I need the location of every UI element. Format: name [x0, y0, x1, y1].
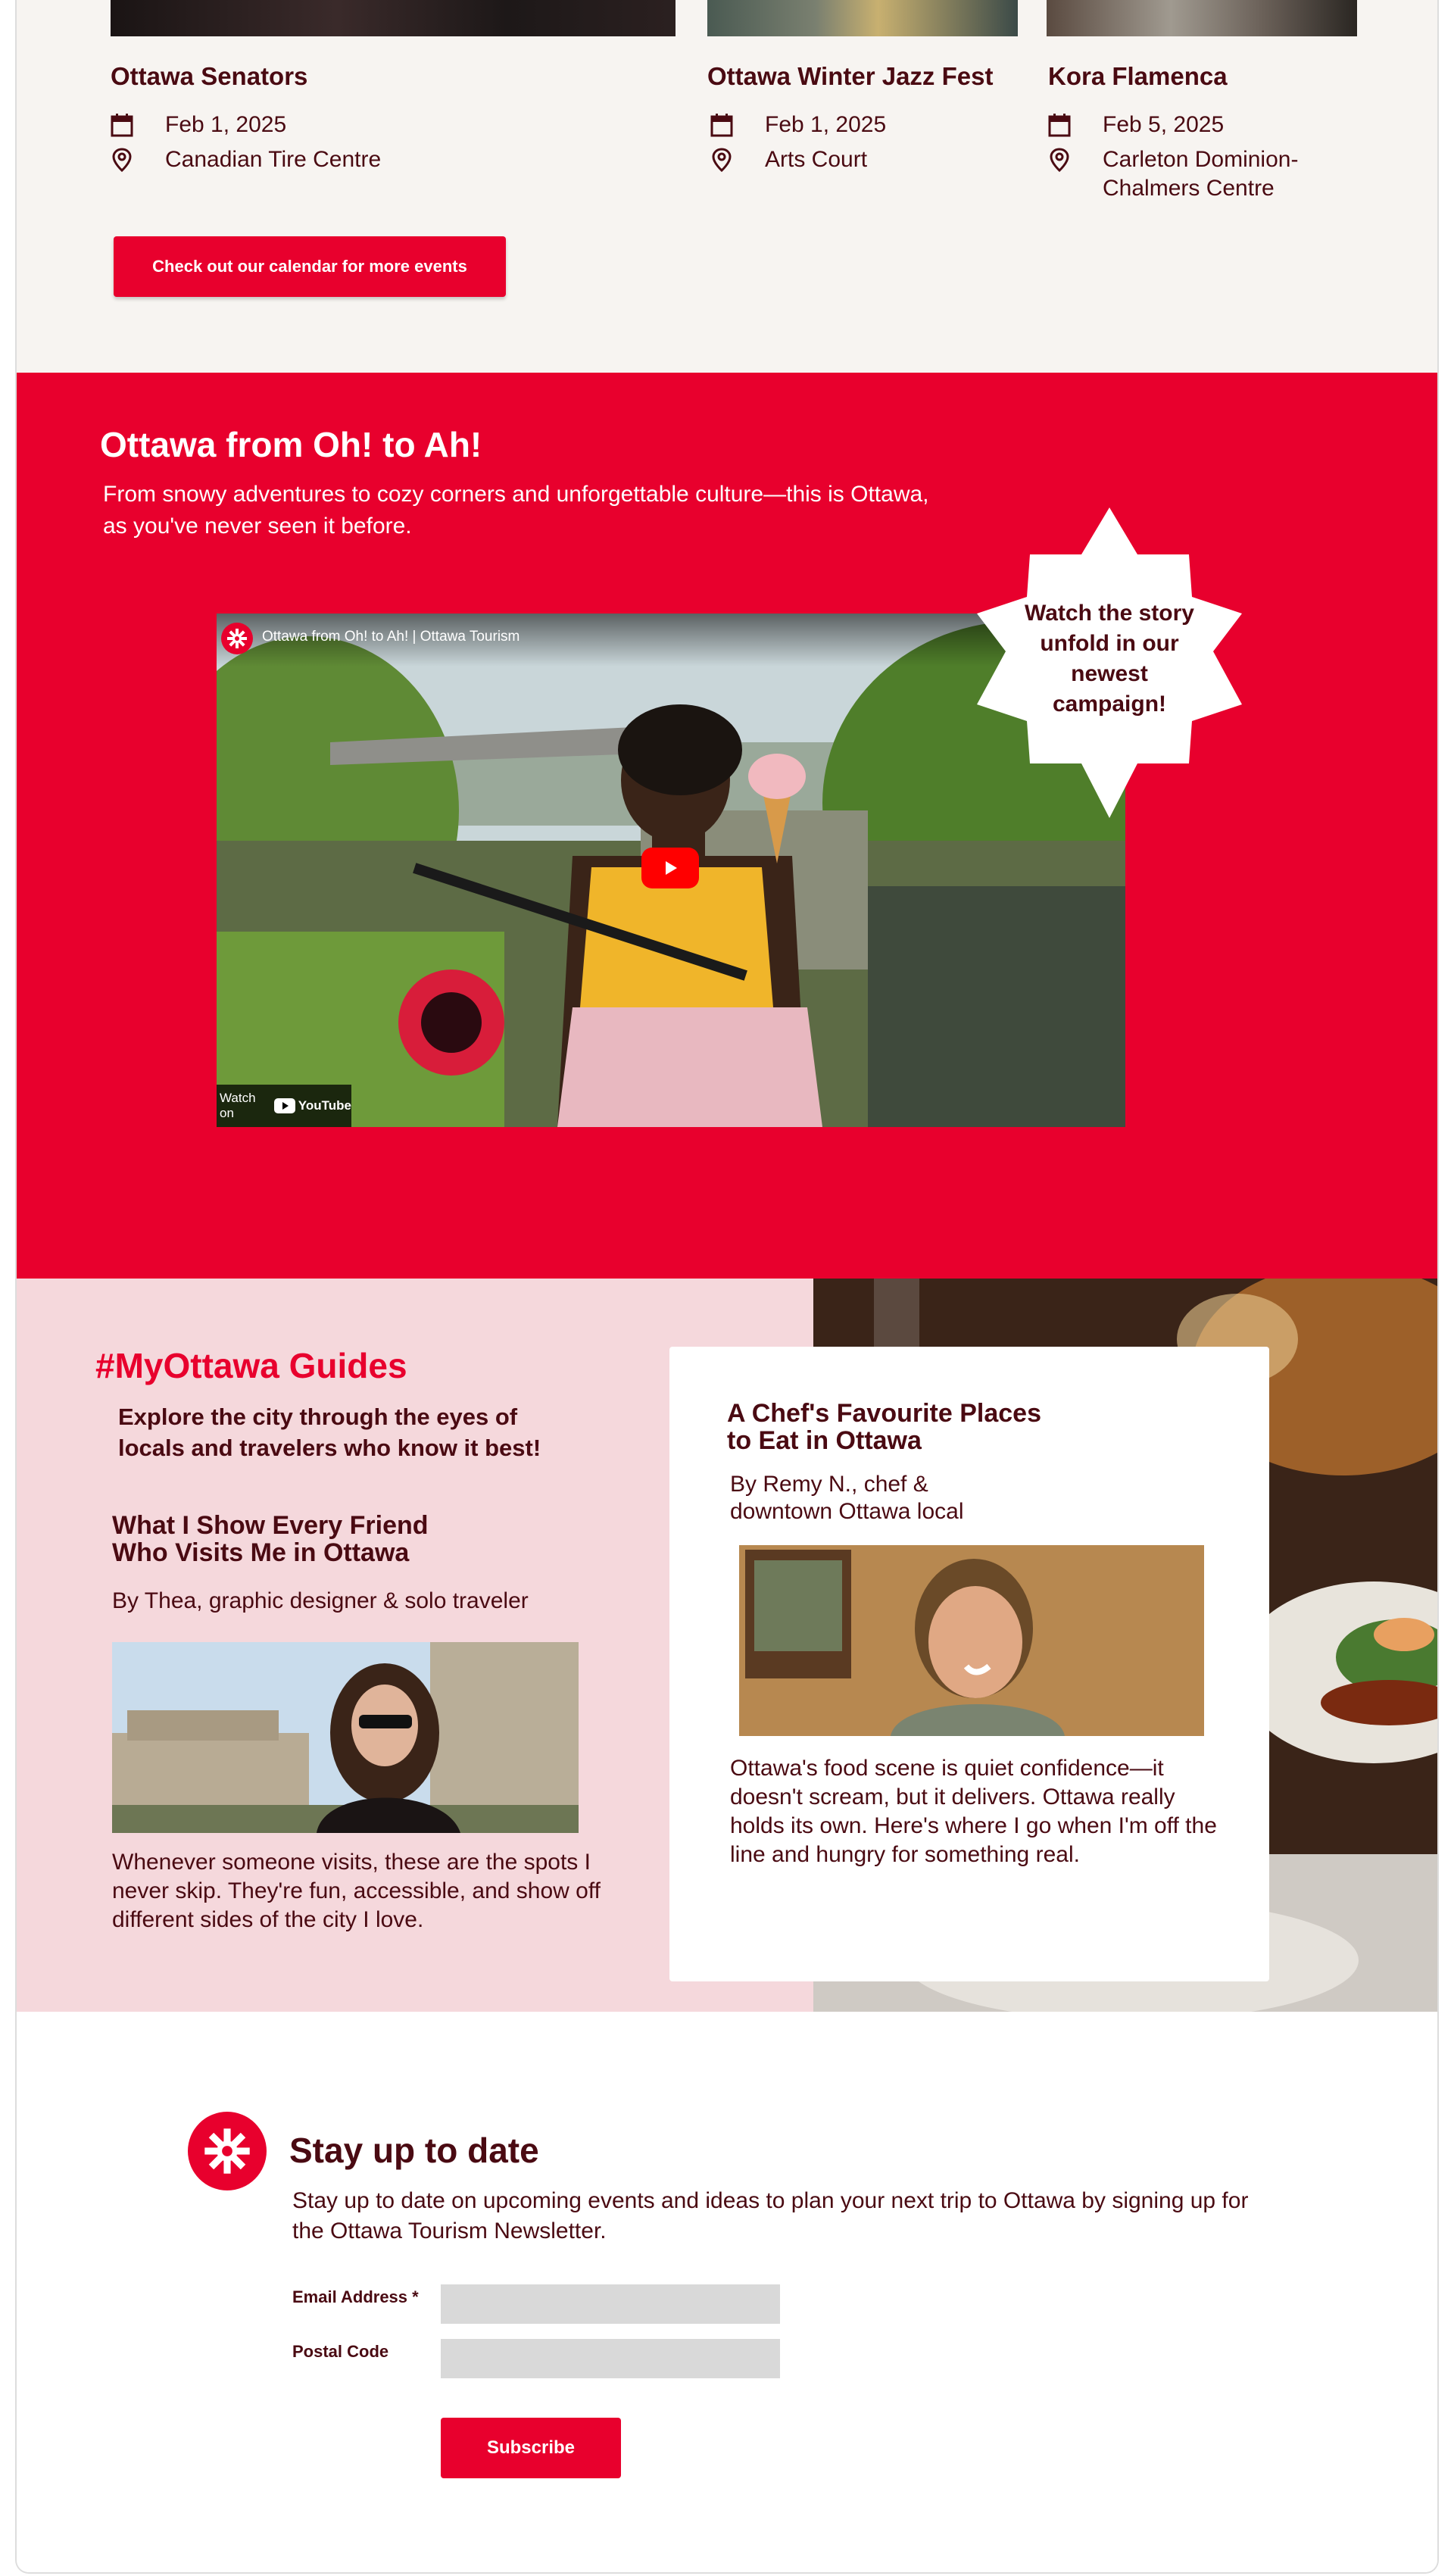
- newsletter-description: Stay up to date on upcoming events and i…: [292, 2188, 1249, 2243]
- event-image-jazz-fest[interactable]: [707, 0, 1018, 36]
- event-date: Feb 5, 2025: [1103, 112, 1225, 137]
- guide-description: Whenever someone visits, these are the s…: [112, 1850, 601, 1932]
- youtube-label: YouTube: [298, 1098, 351, 1113]
- newsletter-title: Stay up to date: [289, 2131, 539, 2170]
- campaign-starburst: Watch the story unfold in our newest cam…: [972, 507, 1247, 818]
- watch-on-label: Watch on: [220, 1091, 256, 1120]
- event-venue-line: Chalmers Centre: [1103, 176, 1275, 201]
- page-frame: Ottawa Senators Feb 1, 2025 Canadian Tir…: [15, 0, 1439, 2574]
- event-venue-line: Carleton Dominion-: [1103, 147, 1299, 172]
- play-icon: [666, 861, 677, 875]
- event-venue-row: Arts Court: [710, 145, 867, 174]
- guide-title[interactable]: What I Show Every Friend Who Visits Me i…: [112, 1512, 506, 1566]
- guides-heading: #MyOttawa Guides: [95, 1346, 407, 1385]
- guide-description: Ottawa's food scene is quiet confidence—…: [730, 1756, 1217, 1867]
- ottawa-logo-icon: [188, 2112, 267, 2190]
- event-date-row: Feb 1, 2025: [710, 111, 886, 139]
- calendar-icon: [1048, 111, 1103, 139]
- video-title[interactable]: Ottawa from Oh! to Ah! | Ottawa Tourism: [262, 629, 520, 645]
- guide-image-thea[interactable]: [112, 1642, 579, 1833]
- guide-byline: By Remy N., chef & downtown Ottawa local: [730, 1471, 964, 1525]
- event-image-senators[interactable]: [111, 0, 676, 36]
- event-date-row: Feb 5, 2025: [1048, 111, 1224, 139]
- calendar-icon: [710, 111, 765, 139]
- event-title[interactable]: Ottawa Winter Jazz Fest: [707, 62, 993, 91]
- event-date: Feb 1, 2025: [765, 112, 887, 137]
- email-label: Email Address *: [292, 2287, 419, 2307]
- guide-image-remy[interactable]: [739, 1545, 1204, 1736]
- guide-byline: By Thea, graphic designer & solo travele…: [112, 1588, 529, 1613]
- location-pin-icon: [111, 145, 165, 174]
- event-title[interactable]: Kora Flamenca: [1048, 62, 1228, 91]
- postal-code-field[interactable]: [441, 2339, 780, 2378]
- guide-card[interactable]: A Chef's Favourite Places to Eat in Otta…: [669, 1347, 1269, 1981]
- youtube-logo-icon: [273, 1098, 295, 1113]
- campaign-subtitle: From snowy adventures to cozy corners an…: [103, 482, 929, 539]
- event-venue-row: Carleton Dominion- Chalmers Centre: [1048, 145, 1298, 203]
- ottawa-logo-icon: [221, 623, 253, 654]
- guide-title-line: A Chef's Favourite Places: [727, 1399, 1041, 1428]
- event-date-row: Feb 1, 2025: [111, 111, 286, 139]
- starburst-text: Watch the story unfold in our newest cam…: [1025, 601, 1194, 717]
- event-date: Feb 1, 2025: [165, 112, 287, 137]
- email-field[interactable]: [441, 2284, 780, 2324]
- guide-title-line: to Eat in Ottawa: [727, 1426, 922, 1455]
- event-venue-row: Canadian Tire Centre: [111, 145, 381, 174]
- youtube-brand: YouTube: [273, 1098, 351, 1113]
- event-image-kora-flamenca[interactable]: [1047, 0, 1357, 36]
- guide-title-line: Who Visits Me in Ottawa: [112, 1538, 410, 1567]
- calendar-icon: [111, 111, 165, 139]
- play-button[interactable]: [641, 848, 699, 888]
- event-venue: Arts Court: [765, 147, 868, 172]
- guide-byline-line: downtown Ottawa local: [730, 1499, 964, 1524]
- event-title[interactable]: Ottawa Senators: [111, 62, 307, 91]
- guides-subheading: Explore the city through the eyes of loc…: [118, 1404, 541, 1461]
- calendar-button[interactable]: Check out our calendar for more events: [114, 236, 506, 297]
- newsletter-section: Stay up to date Stay up to date on upcom…: [17, 2012, 1437, 2572]
- watch-on-youtube[interactable]: Watch on YouTube: [217, 1085, 351, 1127]
- guide-title-line: What I Show Every Friend: [112, 1511, 429, 1540]
- guide-byline-line: By Remy N., chef &: [730, 1472, 928, 1497]
- guide-title[interactable]: A Chef's Favourite Places to Eat in Otta…: [727, 1400, 1181, 1454]
- campaign-title: Ottawa from Oh! to Ah!: [100, 425, 482, 464]
- location-pin-icon: [1048, 145, 1103, 174]
- postal-label: Postal Code: [292, 2342, 389, 2361]
- email-label-text: Email Address: [292, 2287, 408, 2306]
- guides-section: #MyOttawa Guides Explore the city throug…: [17, 1279, 1437, 2012]
- location-pin-icon: [710, 145, 765, 174]
- events-section: Ottawa Senators Feb 1, 2025 Canadian Tir…: [17, 0, 1437, 373]
- subscribe-button[interactable]: Subscribe: [441, 2418, 621, 2478]
- event-venue: Carleton Dominion- Chalmers Centre: [1103, 145, 1298, 203]
- event-venue: Canadian Tire Centre: [165, 147, 382, 172]
- required-mark: *: [412, 2287, 419, 2306]
- campaign-section: Ottawa from Oh! to Ah! From snowy advent…: [17, 373, 1437, 1279]
